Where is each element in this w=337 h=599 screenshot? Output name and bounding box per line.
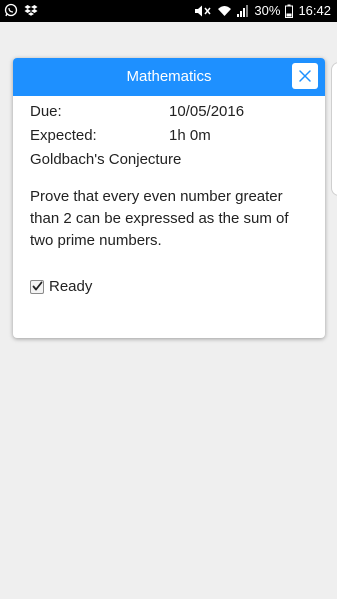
task-dialog: Mathematics Due: 10/05/2016 Expected: 1h… <box>13 58 325 338</box>
status-bar: 30% 16:42 <box>0 0 337 22</box>
task-description: Prove that every even number greater tha… <box>30 188 289 249</box>
wifi-icon <box>217 4 232 18</box>
signal-icon <box>237 4 249 18</box>
close-button[interactable] <box>292 63 318 89</box>
dialog-title: Mathematics <box>126 68 212 85</box>
whatsapp-icon <box>4 3 18 17</box>
battery-icon <box>285 4 294 18</box>
ready-checkbox[interactable] <box>30 279 44 294</box>
status-bar-right: 30% 16:42 <box>194 3 331 19</box>
checkmark-icon <box>32 281 43 290</box>
expected-label: Expected: <box>30 127 97 144</box>
dialog-header: Mathematics <box>13 58 325 96</box>
due-row: Due: 10/05/2016 <box>30 100 315 124</box>
battery-percent: 30% <box>254 3 281 18</box>
dropbox-icon <box>24 3 38 17</box>
dialog-body: Due: 10/05/2016 Expected: 1h 0m Goldbach… <box>30 100 315 252</box>
due-value: 10/05/2016 <box>169 103 245 120</box>
due-label: Due: <box>30 103 62 120</box>
expected-row: Expected: 1h 0m <box>30 124 315 148</box>
close-icon <box>299 70 311 82</box>
clock: 16:42 <box>298 3 331 18</box>
ready-checkbox-row[interactable]: Ready <box>30 278 92 295</box>
task-name: Goldbach's Conjecture <box>30 151 182 168</box>
mute-icon <box>194 4 212 18</box>
ready-label: Ready <box>49 278 93 295</box>
expected-value: 1h 0m <box>169 127 211 144</box>
background-card-edge[interactable] <box>331 62 337 196</box>
status-bar-left <box>4 3 38 17</box>
